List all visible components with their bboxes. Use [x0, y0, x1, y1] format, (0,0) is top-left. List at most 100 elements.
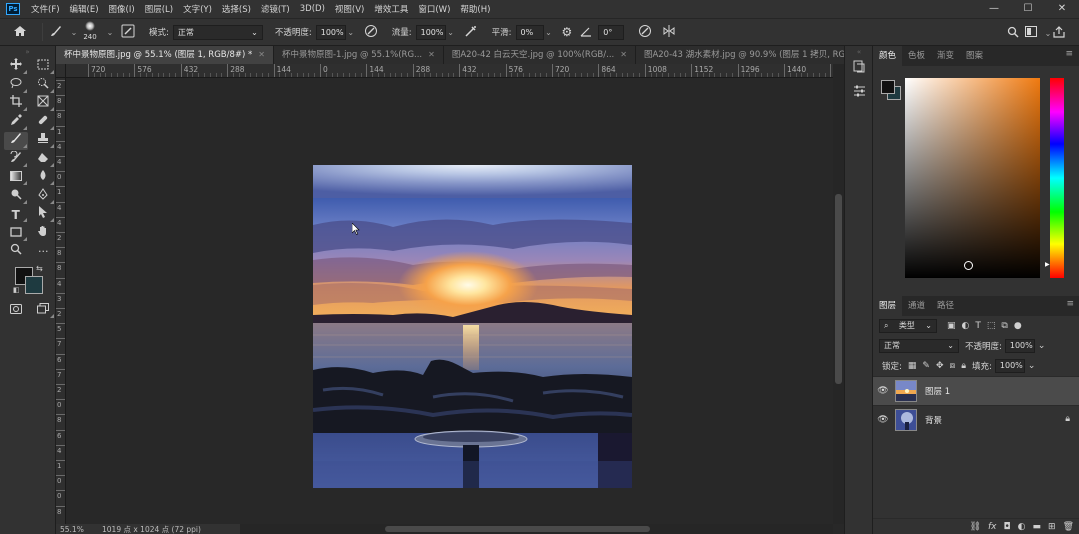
- more-tools-icon[interactable]: ···: [32, 243, 56, 261]
- menu-select[interactable]: 选择(S): [217, 3, 256, 15]
- chevron-down-icon[interactable]: ⌄: [544, 28, 554, 37]
- color-panel-foreground-swatch[interactable]: [881, 80, 895, 94]
- blur-tool-icon[interactable]: [32, 169, 56, 187]
- filter-shape-icon[interactable]: ⬚: [987, 321, 996, 331]
- close-icon[interactable]: ✕: [620, 46, 627, 64]
- lock-position-icon[interactable]: ✥: [936, 361, 944, 371]
- blend-mode-select[interactable]: 正常 ⌄: [879, 339, 959, 353]
- chevron-down-icon[interactable]: ⌄: [69, 28, 79, 37]
- scroll-thumb[interactable]: [385, 526, 650, 532]
- link-layers-icon[interactable]: ⛓︎: [970, 522, 981, 532]
- panel-menu-icon[interactable]: ≡: [1065, 49, 1073, 59]
- horizontal-scrollbar[interactable]: [240, 524, 833, 534]
- document-canvas[interactable]: [313, 165, 632, 488]
- visibility-eye-icon[interactable]: 👁︎: [873, 386, 893, 396]
- tab-gradients[interactable]: 渐变: [931, 46, 960, 66]
- screen-mode-icon[interactable]: [32, 302, 56, 320]
- layer-row[interactable]: 👁︎ 图层 1: [873, 376, 1079, 405]
- menu-edit[interactable]: 编辑(E): [65, 3, 104, 15]
- pen-tool-icon[interactable]: [32, 187, 56, 206]
- opacity-input[interactable]: 100%: [315, 24, 346, 40]
- path-select-tool-icon[interactable]: [32, 206, 56, 224]
- horizontal-ruler[interactable]: 720 576 432 288 144 0 144 288 432 576 720 864 1008 11…: [66, 64, 834, 78]
- menu-filter[interactable]: 滤镜(T): [256, 3, 295, 15]
- vertical-ruler[interactable]: 2 8 8 1 4 4 0 1 4 4 2 8 8 4 3 2 5 7 6 7 2 0 8 6 4 1 0 0 8: [56, 78, 66, 524]
- canvas-area[interactable]: [66, 78, 833, 524]
- smooth-input[interactable]: 0%: [515, 24, 544, 40]
- mode-select[interactable]: 正常 ⌄: [172, 24, 263, 40]
- scroll-thumb[interactable]: [835, 194, 842, 384]
- layer-opacity-input[interactable]: 100%: [1004, 339, 1035, 353]
- brush-settings-icon[interactable]: [121, 24, 135, 41]
- layer-filter-select[interactable]: ⌕ 类型 ⌄: [879, 319, 937, 333]
- move-tool-icon[interactable]: [4, 58, 28, 76]
- chevron-down-icon[interactable]: ⌄: [446, 28, 456, 37]
- angle-input[interactable]: 0°: [598, 24, 625, 40]
- tab-color[interactable]: 颜色: [873, 46, 903, 66]
- tab-patterns[interactable]: 图案: [960, 46, 989, 66]
- lock-image-icon[interactable]: ✎: [922, 361, 930, 371]
- tab-document-2[interactable]: 杯中景物原图-1.jpg @ 55.1%(RG... ✕: [273, 46, 444, 64]
- rectangle-tool-icon[interactable]: [4, 225, 28, 243]
- panel-collapse-icon[interactable]: »: [0, 46, 55, 58]
- fill-input[interactable]: 100%: [994, 359, 1025, 373]
- type-tool-icon[interactable]: T: [4, 206, 28, 224]
- layer-name[interactable]: 背景: [925, 414, 942, 426]
- color-picker-field[interactable]: [905, 78, 1040, 278]
- hue-pointer-icon[interactable]: ▶: [1045, 261, 1050, 268]
- lock-all-icon[interactable]: 🔒︎: [961, 361, 966, 371]
- tab-paths[interactable]: 路径: [931, 296, 960, 316]
- panel-menu-icon[interactable]: ≡: [1066, 299, 1074, 309]
- visibility-eye-icon[interactable]: 👁︎: [873, 415, 893, 425]
- color-picker-handle[interactable]: [964, 261, 973, 270]
- vertical-scrollbar[interactable]: [833, 64, 844, 524]
- zoom-level[interactable]: 55.1%: [56, 525, 90, 534]
- filter-adjustment-icon[interactable]: ◐: [962, 321, 970, 331]
- chevron-down-icon[interactable]: ⌄: [1028, 361, 1036, 371]
- add-mask-icon[interactable]: ◘: [1004, 522, 1011, 532]
- history-brush-tool-icon[interactable]: [4, 150, 28, 169]
- healing-brush-tool-icon[interactable]: [32, 114, 56, 132]
- filter-toggle-icon[interactable]: ●: [1014, 321, 1022, 331]
- workspace-icon[interactable]: [1025, 26, 1037, 40]
- panel-grip-icon[interactable]: «: [845, 46, 873, 58]
- delete-layer-icon[interactable]: 🗑︎: [1063, 522, 1074, 532]
- pressure-size-icon[interactable]: [638, 24, 652, 41]
- stamp-tool-icon[interactable]: [32, 132, 56, 150]
- marquee-tool-icon[interactable]: [32, 58, 56, 76]
- zoom-tool-icon[interactable]: [4, 243, 28, 261]
- symmetry-icon[interactable]: [662, 24, 676, 41]
- brush-size-picker[interactable]: 240: [79, 20, 101, 44]
- filter-pixel-icon[interactable]: ▣: [947, 321, 956, 331]
- tab-document-1[interactable]: 杯中景物原图.jpg @ 55.1% (图层 1, RGB/8#) * ✕: [56, 46, 274, 64]
- frame-tool-icon[interactable]: [32, 95, 56, 113]
- pressure-opacity-icon[interactable]: [364, 24, 378, 41]
- brush-tool-icon[interactable]: [4, 132, 28, 151]
- crop-tool-icon[interactable]: [4, 95, 28, 113]
- gradient-tool-icon[interactable]: [4, 169, 28, 187]
- menu-view[interactable]: 视图(V): [330, 3, 369, 15]
- layer-effects-icon[interactable]: fx: [988, 522, 997, 532]
- menu-image[interactable]: 图像(I): [104, 3, 140, 15]
- lock-transparent-icon[interactable]: ▦: [908, 361, 917, 371]
- menu-file[interactable]: 文件(F): [26, 3, 65, 15]
- tab-document-3[interactable]: 图A20-42 白云天空.jpg @ 100%(RGB/... ✕: [443, 46, 636, 64]
- tab-swatches[interactable]: 色板: [902, 46, 931, 66]
- layer-name[interactable]: 图层 1: [925, 385, 950, 397]
- gear-icon[interactable]: ⚙: [562, 25, 573, 39]
- close-window-button[interactable]: ✕: [1045, 0, 1079, 18]
- home-icon[interactable]: [10, 25, 30, 40]
- new-group-icon[interactable]: ▬: [1033, 522, 1042, 532]
- new-adjustment-icon[interactable]: ◐: [1018, 522, 1026, 532]
- default-colors-icon[interactable]: ◧: [13, 286, 20, 294]
- swap-colors-icon[interactable]: ⇆: [36, 264, 43, 273]
- search-icon[interactable]: [1007, 26, 1019, 41]
- chevron-down-icon[interactable]: ⌄: [1043, 29, 1053, 38]
- quick-mask-icon[interactable]: [4, 302, 28, 320]
- adjustments-panel-icon[interactable]: [845, 82, 873, 106]
- menu-help[interactable]: 帮助(H): [455, 3, 495, 15]
- lock-artboard-icon[interactable]: ⧈: [949, 361, 955, 371]
- chevron-down-icon[interactable]: ⌄: [1038, 341, 1046, 351]
- background-color-swatch[interactable]: [25, 275, 43, 294]
- filter-smartobject-icon[interactable]: ⧉: [1001, 321, 1007, 331]
